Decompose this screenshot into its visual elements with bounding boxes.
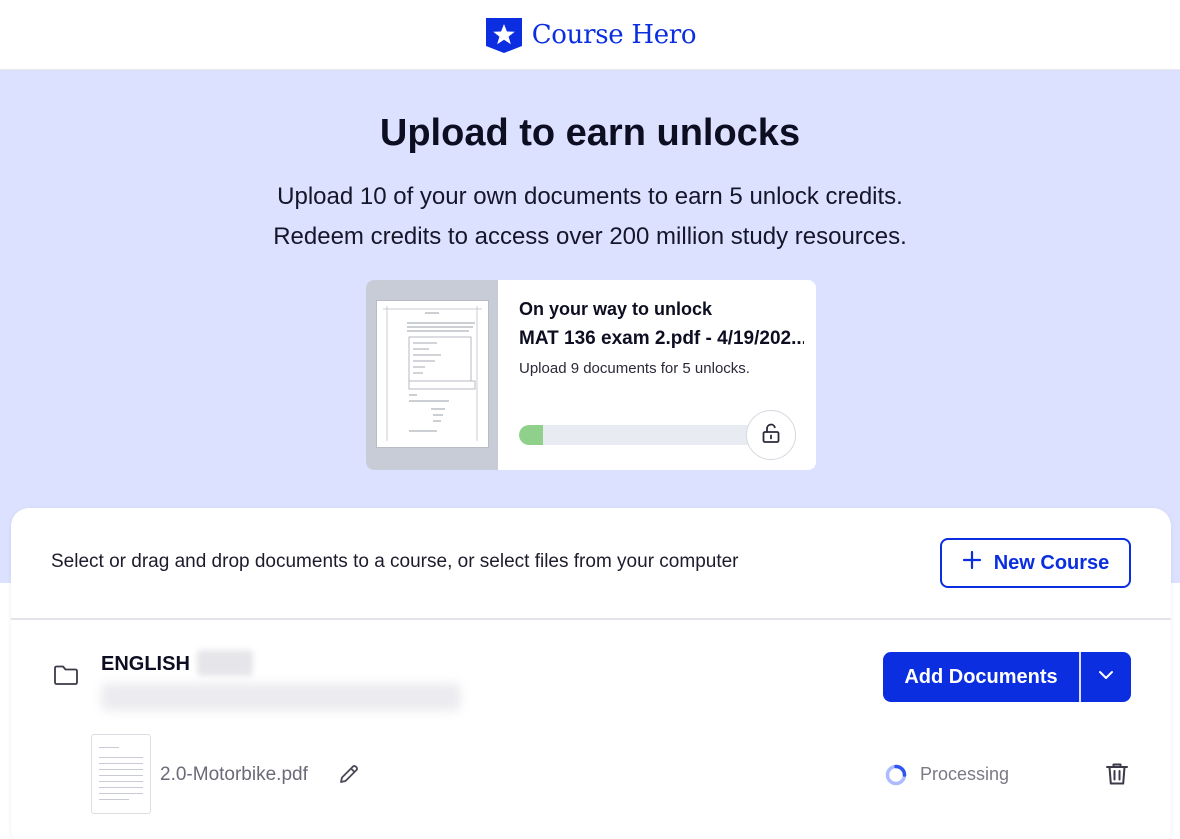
page-title: Upload to earn unlocks: [379, 112, 801, 154]
document-thumbnail: [376, 300, 489, 448]
unlock-target-document[interactable]: MAT 136 exam 2.pdf - 4/19/202...: [519, 328, 804, 350]
brand-name: Course Hero: [531, 19, 697, 50]
upload-progress-bar: [519, 425, 759, 445]
redacted-course-code: [197, 650, 253, 676]
file-name: 2.0-Motorbike.pdf: [160, 764, 308, 785]
unlock-progress-card: On your way to unlock MAT 136 exam 2.pdf…: [366, 280, 816, 470]
top-header: Course Hero: [0, 0, 1180, 70]
upload-panel: Select or drag and drop documents to a c…: [11, 508, 1171, 839]
section-divider: [11, 618, 1171, 620]
hero-description-line-1: Upload 10 of your own documents to earn …: [277, 183, 903, 210]
file-row: 2.0-Motorbike.pdf Processing: [11, 734, 1171, 814]
upload-progress-fill: [519, 425, 543, 445]
add-documents-button[interactable]: Add Documents: [883, 652, 1079, 702]
course-name[interactable]: ENGLISH: [101, 653, 190, 676]
pencil-icon[interactable]: [337, 762, 361, 791]
hero-section: Upload to earn unlocks Upload 10 of your…: [0, 70, 1180, 583]
unlocked-padlock-icon: [759, 421, 783, 450]
course-hero-logo[interactable]: Course Hero: [484, 16, 697, 54]
plus-icon: [962, 550, 982, 576]
redacted-course-details: [101, 683, 461, 711]
document-preview: [366, 280, 498, 470]
new-course-button[interactable]: New Course: [940, 538, 1131, 588]
upload-instructions: Select or drag and drop documents to a c…: [51, 551, 739, 572]
unlock-status-badge: [746, 410, 796, 460]
split-button-separator: [1079, 652, 1081, 702]
unlock-requirement-text: Upload 9 documents for 5 unlocks.: [519, 360, 750, 377]
add-documents-split-button: Add Documents: [883, 652, 1131, 702]
trash-icon[interactable]: [1104, 761, 1130, 792]
processing-spinner-icon: [884, 763, 908, 792]
file-thumbnail: [91, 734, 151, 814]
file-status: Processing: [920, 764, 1010, 784]
unlock-heading: On your way to unlock: [519, 299, 713, 319]
star-shield-icon: [484, 16, 524, 54]
folder-icon: [53, 664, 79, 691]
add-documents-dropdown-toggle[interactable]: [1081, 652, 1131, 702]
chevron-down-icon: [1097, 666, 1115, 689]
hero-description-line-2: Redeem credits to access over 200 millio…: [273, 223, 907, 250]
new-course-label: New Course: [993, 551, 1110, 574]
